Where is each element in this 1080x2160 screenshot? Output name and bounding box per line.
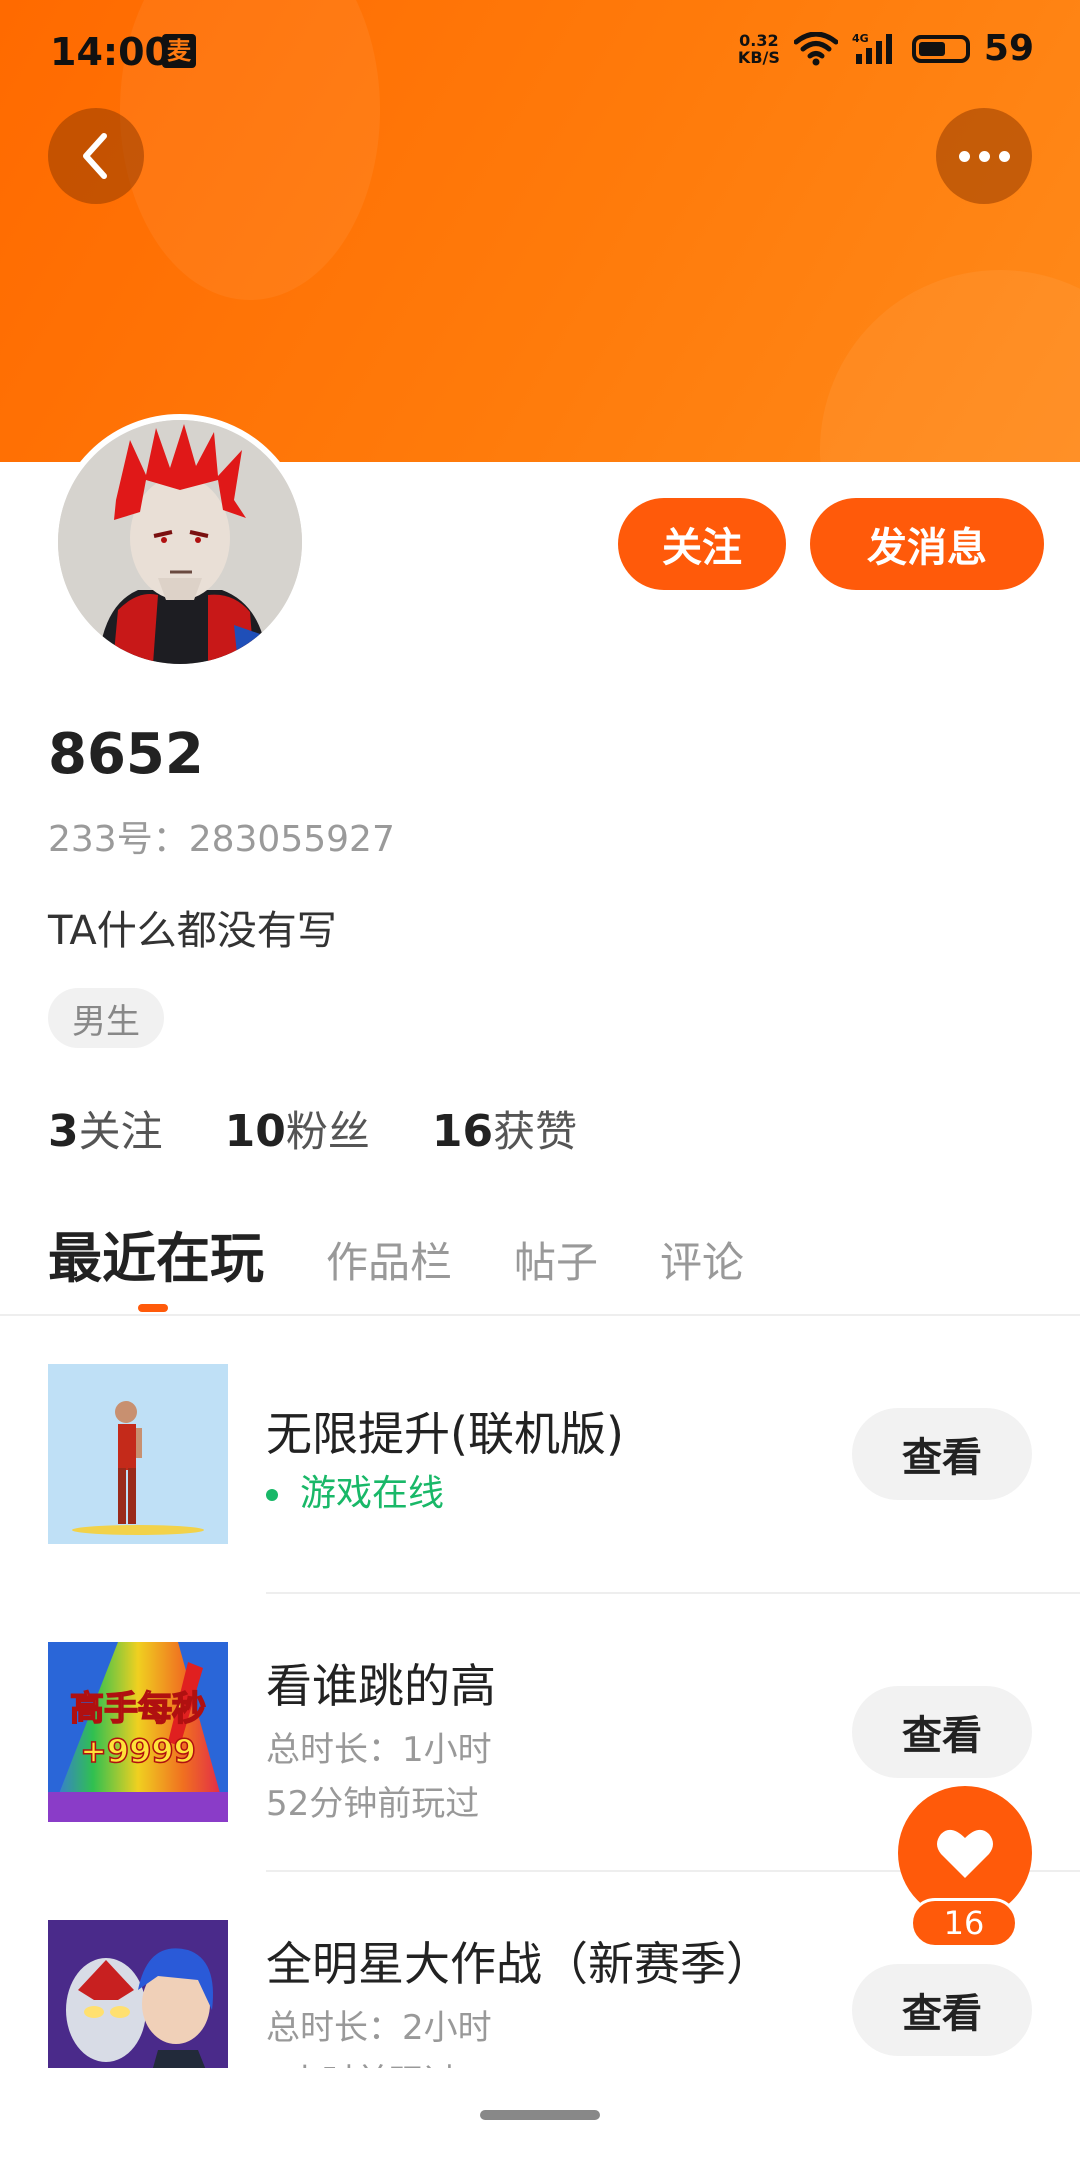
tab-comments[interactable]: 评论: [660, 1229, 744, 1290]
chevron-left-icon: [83, 133, 107, 179]
svg-text:4G: 4G: [852, 32, 869, 45]
divider: [266, 1592, 1080, 1594]
stat-followers-count: 10: [224, 1106, 286, 1157]
stat-following[interactable]: 3关注: [48, 1098, 163, 1159]
stat-followers-label: 粉丝: [285, 1107, 370, 1156]
tab-recently-played[interactable]: 最近在玩: [48, 1214, 264, 1293]
stat-following-count: 3: [48, 1106, 79, 1157]
svg-text:+9999: +9999: [80, 1732, 196, 1770]
view-button[interactable]: 查看: [852, 1686, 1032, 1778]
profile-tabs: 最近在玩 作品栏 帖子 评论: [48, 1214, 806, 1293]
network-speed: 0.32 KB/S: [738, 32, 780, 66]
tab-posts[interactable]: 帖子: [514, 1229, 598, 1290]
home-indicator[interactable]: [480, 2110, 600, 2120]
list-item[interactable]: 高手每秒 +9999 看谁跳的高 总时长：1小时 52分钟前玩过 查看: [0, 1642, 1080, 1824]
more-options-button[interactable]: [936, 108, 1032, 204]
profile-stats: 3关注 10粉丝 16获赞: [48, 1098, 577, 1159]
like-count-badge: 16: [910, 1898, 1018, 1948]
list-item[interactable]: 无限提升(联机版) 游戏在线 查看: [0, 1364, 1080, 1544]
game-last-played: 52分钟前玩过: [266, 1784, 480, 1824]
follow-button[interactable]: 关注: [618, 498, 786, 590]
avatar-image: [58, 420, 302, 664]
stat-likes-label: 获赞: [493, 1107, 578, 1156]
user-bio: TA什么都没有写: [48, 908, 337, 954]
header-decoration: [820, 270, 1080, 462]
status-bar: 14:00 麦 0.32 KB/S 4G 59: [0, 0, 1080, 110]
battery-icon: [911, 34, 970, 63]
active-tab-indicator: [138, 1304, 168, 1312]
status-indicators: 0.32 KB/S 4G 59: [738, 28, 1034, 69]
game-thumbnail: 高手每秒 +9999: [48, 1642, 228, 1822]
game-name: 全明星大作战（新赛季）: [266, 1937, 772, 1991]
game-total-duration: 总时长：1小时: [266, 1730, 492, 1770]
tab-works[interactable]: 作品栏: [326, 1229, 452, 1290]
view-button[interactable]: 查看: [852, 1964, 1032, 2056]
stat-likes[interactable]: 16获赞: [432, 1098, 577, 1159]
status-time: 14:00: [50, 30, 171, 74]
avatar[interactable]: [52, 414, 308, 670]
network-speed-unit: KB/S: [737, 47, 780, 67]
stat-likes-count: 16: [431, 1106, 494, 1157]
game-online-status: 游戏在线: [266, 1464, 444, 1516]
network-speed-value: 0.32: [739, 30, 779, 50]
username: 8652: [48, 722, 204, 787]
more-horizontal-icon: [958, 150, 1010, 162]
stat-followers[interactable]: 10粉丝: [225, 1098, 370, 1159]
back-button[interactable]: [48, 108, 144, 204]
game-name: 看谁跳的高: [266, 1659, 496, 1713]
game-status-text: 游戏在线: [300, 1473, 445, 1514]
send-message-button[interactable]: 发消息: [810, 498, 1044, 590]
game-total-duration: 总时长：2小时: [266, 2008, 492, 2048]
user-id: 233号：283055927: [48, 819, 395, 860]
battery-percentage: 59: [983, 28, 1034, 69]
wifi-icon: [793, 31, 838, 65]
heart-icon: [937, 1829, 993, 1878]
online-dot: [266, 1489, 278, 1501]
svg-text:高手每秒: 高手每秒: [70, 1689, 206, 1729]
divider: [0, 1314, 1080, 1316]
game-thumbnail: [48, 1364, 228, 1544]
game-name: 无限提升(联机版): [266, 1407, 624, 1461]
view-button[interactable]: 查看: [852, 1408, 1032, 1500]
cellular-signal-icon: 4G: [852, 32, 892, 64]
app-notification-icon: 麦: [162, 34, 196, 68]
stat-following-label: 关注: [78, 1107, 163, 1156]
gender-tag: 男生: [48, 988, 164, 1048]
